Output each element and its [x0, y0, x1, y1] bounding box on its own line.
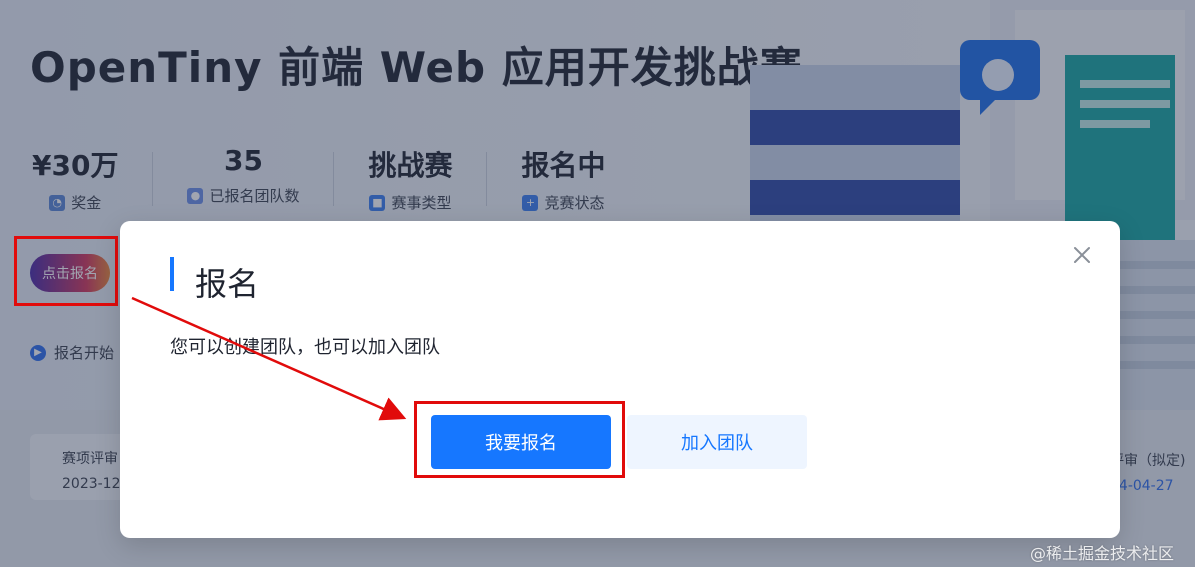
join-team-button[interactable]: 加入团队 [627, 415, 807, 469]
annotation-box-primary [414, 401, 625, 478]
signup-modal: 报名 您可以创建团队，也可以加入团队 我要报名 加入团队 [120, 221, 1120, 538]
annotation-box-cta [14, 236, 118, 306]
modal-description: 您可以创建团队，也可以加入团队 [170, 337, 440, 358]
modal-title: 报名 [195, 265, 260, 303]
close-icon [1074, 247, 1090, 263]
close-button[interactable] [1068, 241, 1096, 269]
title-accent-bar [170, 257, 174, 291]
watermark: @稀土掘金技术社区 [1030, 544, 1175, 563]
